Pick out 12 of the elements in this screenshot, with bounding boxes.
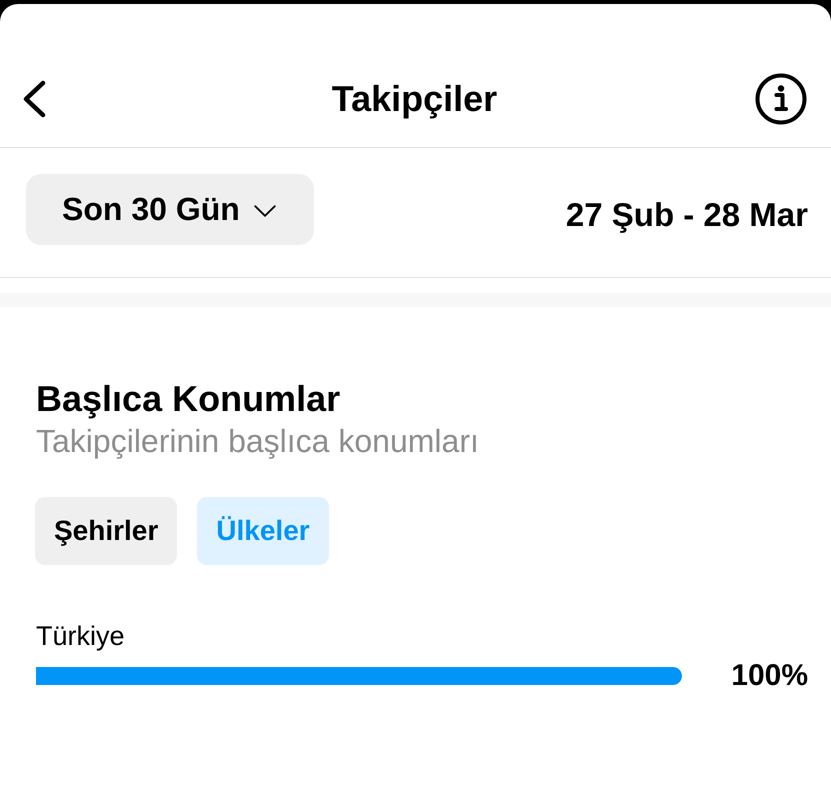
caret-icon bbox=[254, 205, 276, 217]
location-name: Türkiye bbox=[36, 621, 126, 651]
back-chevron-icon bbox=[22, 80, 46, 118]
back-button[interactable] bbox=[22, 80, 46, 118]
info-icon[interactable] bbox=[755, 72, 807, 124]
section-title: Başlıca Konumlar bbox=[36, 379, 342, 419]
location-tab[interactable]: Şehirler bbox=[35, 497, 178, 565]
page-title: Takipçiler bbox=[332, 78, 498, 120]
section-subtitle: Takipçilerinin başlıca konumları bbox=[36, 422, 480, 460]
period-dropdown[interactable]: Son 30 Gün bbox=[26, 174, 314, 245]
date-range: 27 Şub - 28 Mar bbox=[566, 196, 808, 234]
percentage-value: 100% bbox=[730, 659, 808, 693]
